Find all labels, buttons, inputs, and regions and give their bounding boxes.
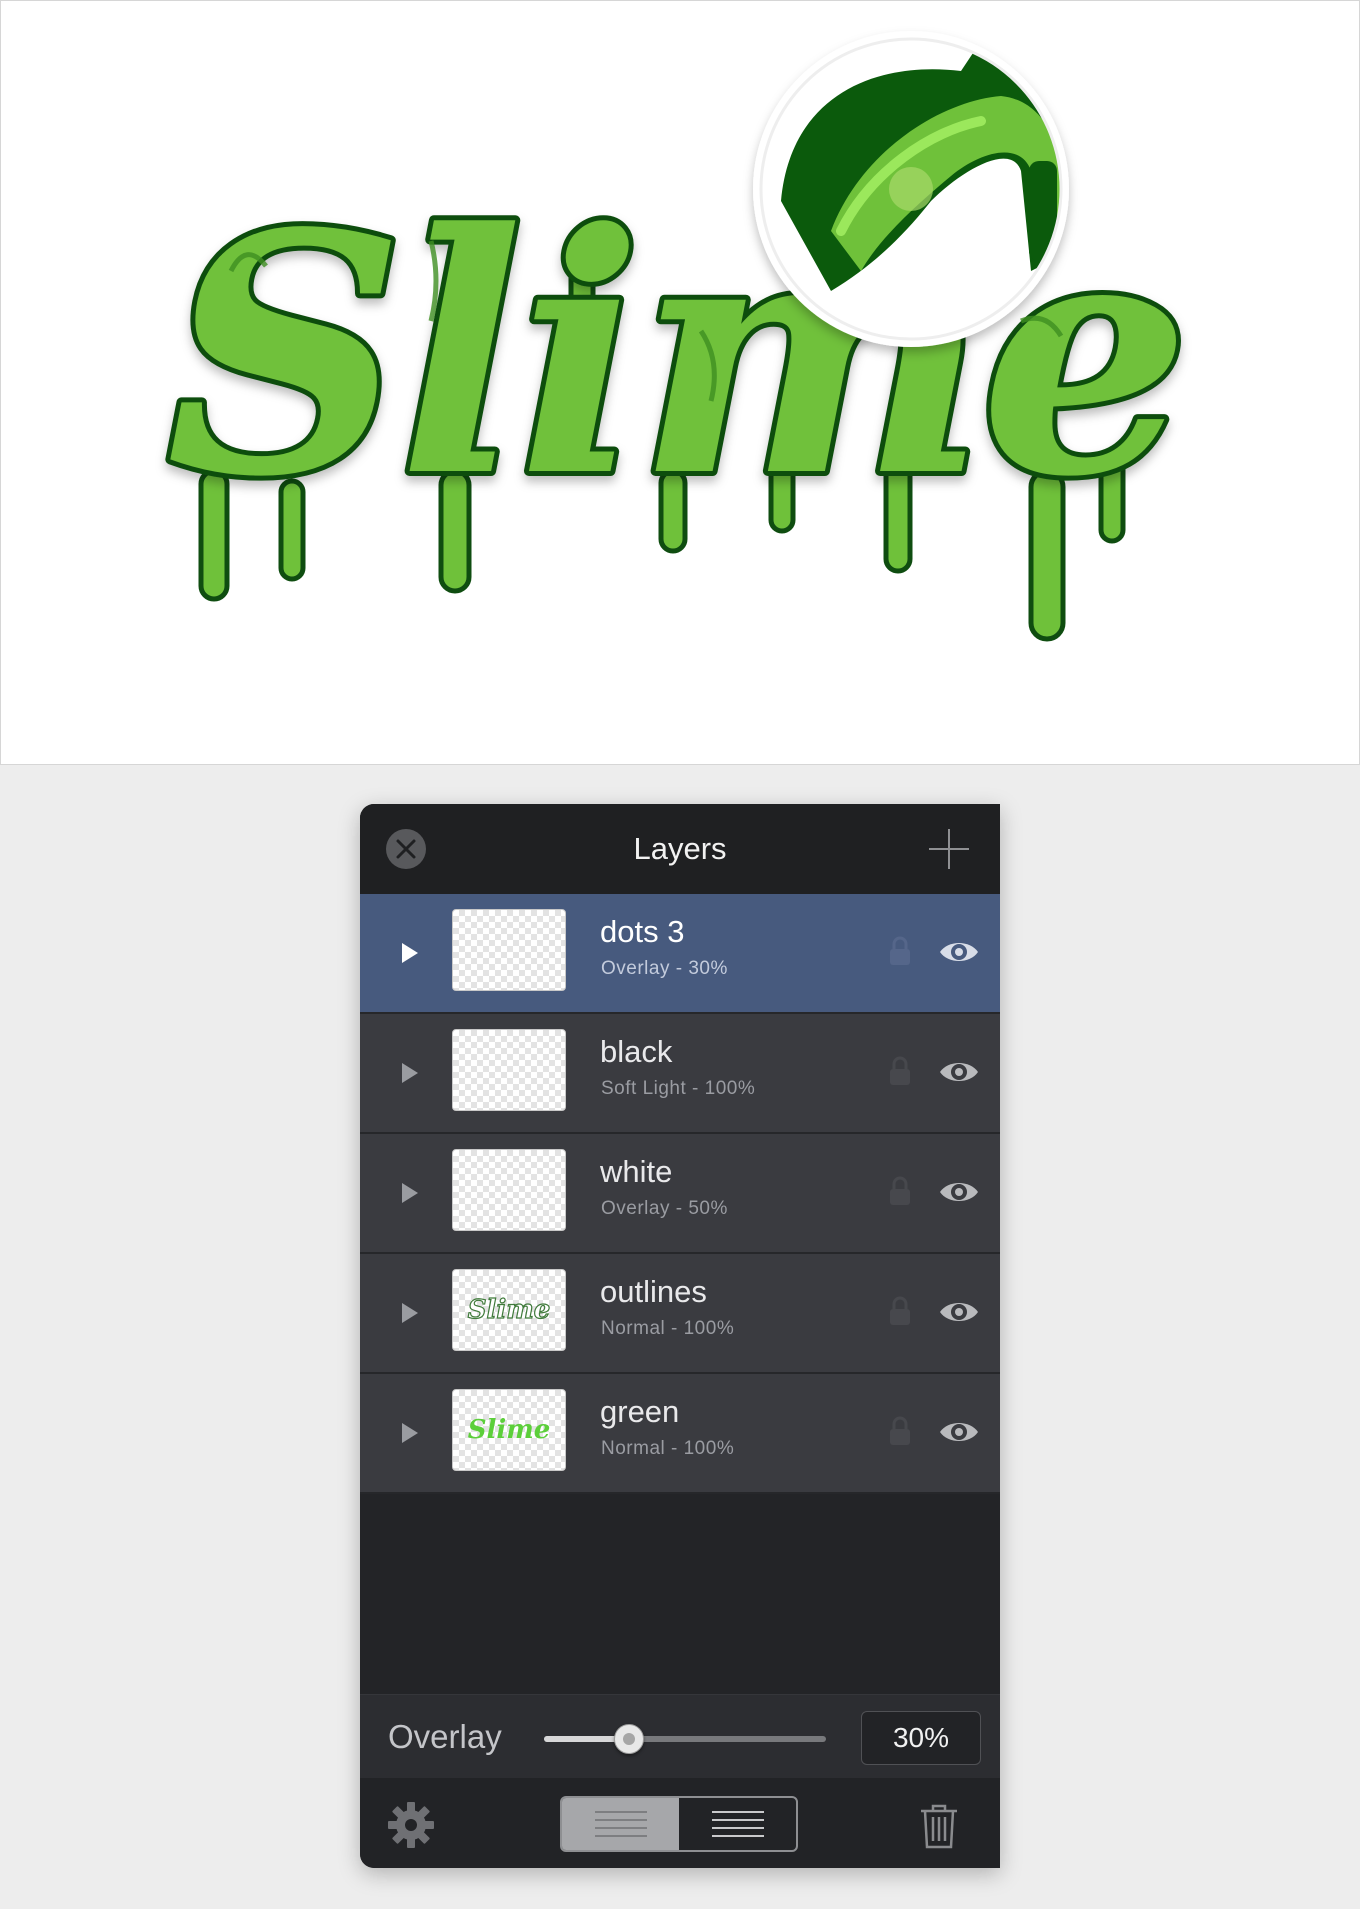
lock-icon[interactable] (888, 1176, 912, 1206)
compact-list-icon (594, 1811, 647, 1837)
gear-icon[interactable] (386, 1800, 436, 1850)
compact-view-segment[interactable] (562, 1798, 679, 1850)
layers-panel: Layers dots 3 Overlay - 30% black Soft Ligh… (360, 804, 1000, 1868)
thumbnail-text: Slime (467, 1294, 551, 1325)
layer-row[interactable]: Slime outlines Normal - 100% (360, 1254, 1000, 1374)
layer-name: dots 3 (600, 914, 685, 949)
artwork-canvas[interactable]: Slime (0, 0, 1360, 765)
layer-name: green (600, 1394, 680, 1429)
layer-row[interactable]: white Overlay - 50% (360, 1134, 1000, 1254)
slime-artwork: Slime (161, 31, 1195, 642)
panel-bottom-bar (360, 1778, 1000, 1868)
blend-mode-label[interactable]: Overlay (388, 1718, 502, 1756)
expand-arrow-icon[interactable] (400, 1061, 420, 1085)
layer-thumbnail (452, 909, 566, 991)
visibility-eye-icon[interactable] (938, 1298, 980, 1326)
layer-thumbnail: Slime (452, 1389, 566, 1471)
expand-arrow-icon[interactable] (400, 1421, 420, 1445)
plus-icon (929, 829, 969, 869)
opacity-slider[interactable] (544, 1724, 826, 1754)
opacity-value-field[interactable]: 30% (861, 1711, 981, 1765)
lock-icon[interactable] (888, 936, 912, 966)
lock-icon[interactable] (888, 1296, 912, 1326)
layer-blend-mode: Overlay - 30% (601, 958, 728, 979)
layer-options-bar: Overlay 30% (360, 1694, 1000, 1779)
layer-thumbnail (452, 1149, 566, 1231)
layer-thumbnail (452, 1029, 566, 1111)
layer-blend-mode: Soft Light - 100% (601, 1078, 756, 1099)
layer-row[interactable]: Slime green Normal - 100% (360, 1374, 1000, 1494)
layer-row[interactable]: black Soft Light - 100% (360, 1014, 1000, 1134)
expand-arrow-icon[interactable] (400, 941, 420, 965)
view-segmented-control (560, 1796, 798, 1852)
panel-title: Layers (633, 831, 727, 866)
layer-name: outlines (600, 1274, 707, 1309)
visibility-eye-icon[interactable] (938, 1178, 980, 1206)
lock-icon[interactable] (888, 1056, 912, 1086)
list-icon (711, 1811, 764, 1837)
expand-arrow-icon[interactable] (400, 1181, 420, 1205)
opacity-slider-thumb[interactable] (613, 1724, 644, 1754)
visibility-eye-icon[interactable] (938, 938, 980, 966)
visibility-eye-icon[interactable] (938, 1058, 980, 1086)
visibility-eye-icon[interactable] (938, 1418, 980, 1446)
layer-blend-mode: Normal - 100% (601, 1318, 735, 1339)
layer-name: white (600, 1154, 673, 1189)
lock-icon[interactable] (888, 1416, 912, 1446)
layer-name: black (600, 1034, 673, 1069)
thumbnail-text: Slime (467, 1415, 551, 1445)
list-view-segment[interactable] (679, 1798, 796, 1850)
layer-thumbnail: Slime (452, 1269, 566, 1351)
layer-row[interactable]: dots 3 Overlay - 30% (360, 894, 1000, 1014)
add-layer-button[interactable] (928, 828, 970, 870)
layer-blend-mode: Normal - 100% (601, 1438, 735, 1459)
expand-arrow-icon[interactable] (400, 1301, 420, 1325)
layer-blend-mode: Overlay - 50% (601, 1198, 728, 1219)
panel-header: Layers (360, 804, 1000, 894)
layer-list: dots 3 Overlay - 30% black Soft Light - 100… (360, 894, 1000, 1494)
trash-icon[interactable] (918, 1802, 960, 1850)
